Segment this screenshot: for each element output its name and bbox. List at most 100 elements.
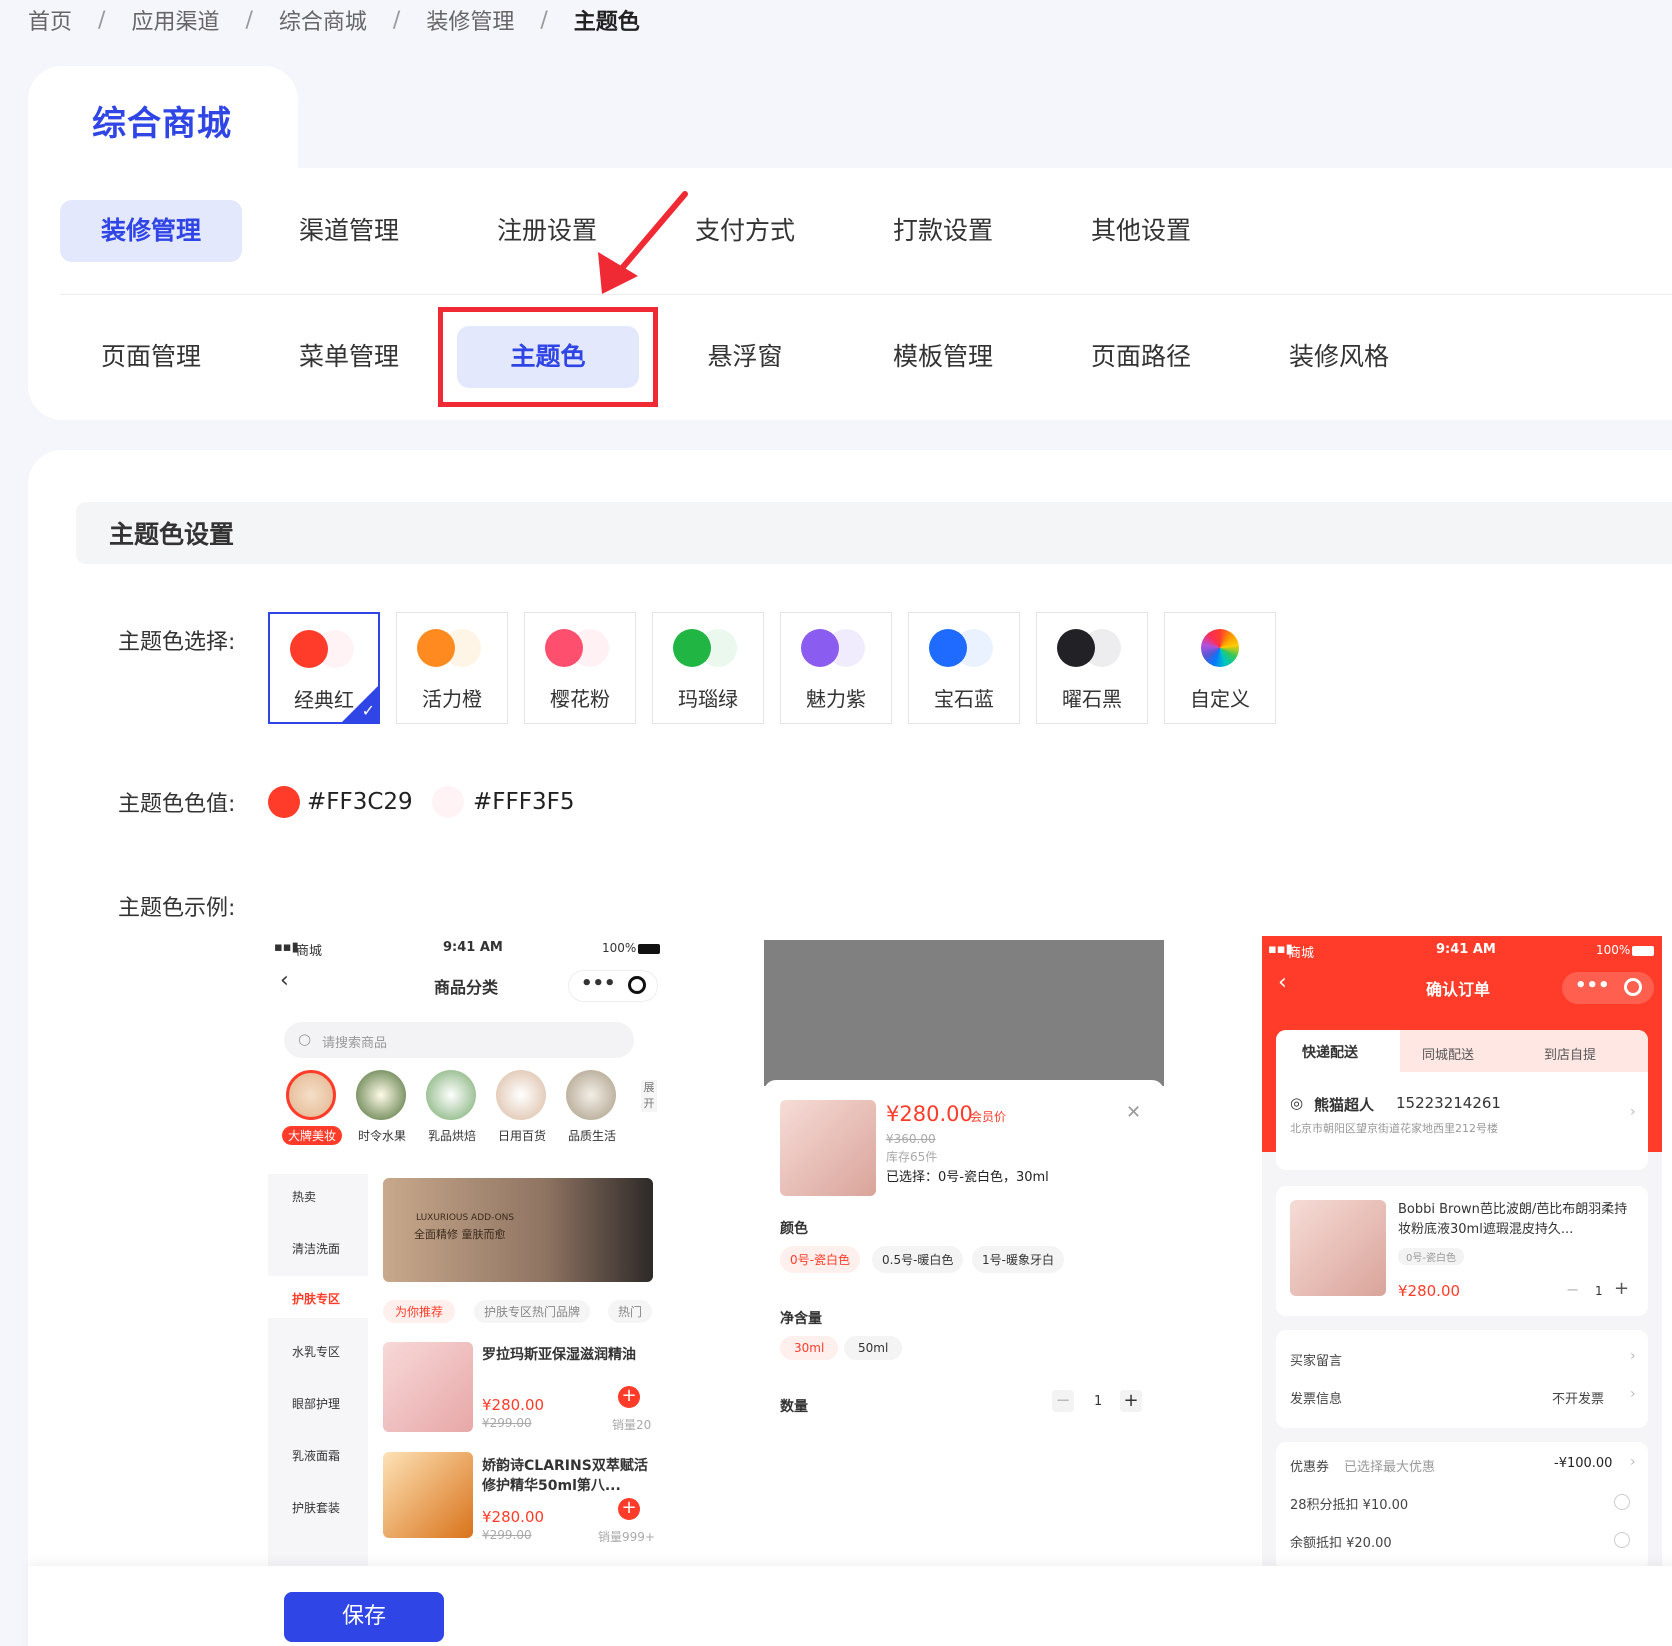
size-option[interactable]: 50ml (844, 1336, 903, 1360)
primary-color-value: #FF3C29 (307, 789, 413, 815)
category-label[interactable]: 时令水果 (358, 1127, 406, 1144)
tab-menu-manage[interactable]: 菜单管理 (258, 326, 440, 388)
plus-icon[interactable]: + (1614, 1278, 1629, 1299)
more-icon[interactable]: ••• (1575, 975, 1610, 996)
tab-style[interactable]: 装修风格 (1248, 326, 1430, 388)
side-item-active[interactable]: 护肤专区 (292, 1290, 340, 1307)
theme-option-orange[interactable]: 活力橙 (396, 612, 508, 724)
side-item[interactable]: 水乳专区 (292, 1343, 340, 1360)
buyer-message[interactable]: 买家留言 (1290, 1350, 1342, 1369)
tab-page-path[interactable]: 页面路径 (1050, 326, 1232, 388)
theme-value-label: 主题色色值: (118, 792, 236, 817)
back-icon[interactable]: ‹ (1278, 970, 1287, 995)
product-image[interactable] (383, 1452, 473, 1538)
breadcrumb-decoration[interactable]: 装修管理 (426, 4, 514, 36)
theme-name: 自定义 (1190, 687, 1250, 711)
category-image[interactable] (286, 1070, 336, 1120)
search-placeholder: 请搜索商品 (322, 1036, 388, 1051)
add-cart-icon[interactable]: + (618, 1498, 640, 1520)
theme-option-black[interactable]: 曜石黑 (1036, 612, 1148, 724)
breadcrumb-mall[interactable]: 综合商城 (279, 4, 367, 36)
product-orig-price: ¥299.00 (482, 1528, 532, 1542)
tab-express[interactable]: 快递配送 (1302, 1042, 1358, 1062)
color-option-selected[interactable]: 0号-瓷白色 (780, 1246, 860, 1273)
add-cart-icon[interactable]: + (618, 1386, 640, 1408)
minus-icon[interactable]: − (1052, 1390, 1074, 1412)
color-label: 颜色 (780, 1221, 808, 1237)
tab-channel[interactable]: 渠道管理 (258, 200, 440, 262)
tab-page-manage[interactable]: 页面管理 (60, 326, 242, 388)
category-label-active[interactable]: 大牌美妆 (282, 1126, 343, 1145)
theme-option-pink[interactable]: 樱花粉 (524, 612, 636, 724)
primary-dot (929, 629, 967, 667)
close-icon[interactable]: ✕ (1126, 1102, 1141, 1123)
color-wheel-icon (1201, 629, 1239, 667)
breadcrumb-home[interactable]: 首页 (28, 4, 72, 36)
secondary-color-value: #FFF3F5 (473, 789, 575, 815)
theme-option-green[interactable]: 玛瑙绿 (652, 612, 764, 724)
theme-option-blue[interactable]: 宝石蓝 (908, 612, 1020, 724)
tab-payout[interactable]: 打款设置 (852, 200, 1034, 262)
close-mini-icon[interactable] (628, 976, 646, 994)
save-bar (28, 1566, 1672, 1646)
size-label: 净含量 (780, 1311, 822, 1327)
breadcrumb-separator: / (98, 7, 106, 33)
app-title: 综合商城 (92, 104, 232, 144)
side-item[interactable]: 护肤套装 (292, 1499, 340, 1516)
product-image[interactable] (383, 1342, 473, 1432)
theme-option-purple[interactable]: 魅力紫 (780, 612, 892, 724)
product-name[interactable]: 罗拉玛斯亚保湿滋润精油 (482, 1344, 636, 1364)
battery-icon (638, 944, 660, 954)
breadcrumb-channels[interactable]: 应用渠道 (131, 4, 219, 36)
category-image[interactable] (566, 1070, 616, 1120)
secondary-color-dot (432, 786, 464, 818)
radio-icon[interactable] (1614, 1532, 1630, 1548)
category-label[interactable]: 日用百货 (498, 1127, 546, 1144)
product-name[interactable]: 娇韵诗CLARINS双萃赋活修护精华50ml第八... (482, 1456, 652, 1496)
color-option[interactable]: 0.5号-暖白色 (872, 1246, 964, 1273)
theme-option-custom[interactable]: 自定义 (1164, 612, 1276, 724)
chevron-right-icon: › (1630, 1104, 1636, 1120)
expand-button[interactable]: 展开 (641, 1080, 657, 1112)
side-item[interactable]: 乳液面霜 (292, 1447, 340, 1464)
minus-icon[interactable]: − (1566, 1280, 1579, 1299)
save-button[interactable]: 保存 (284, 1592, 444, 1642)
category-label[interactable]: 乳品烘焙 (428, 1127, 476, 1144)
status-carrier: 商城 (1288, 946, 1315, 961)
invoice-label[interactable]: 发票信息 (1290, 1388, 1342, 1407)
theme-name: 玛瑙绿 (678, 687, 738, 711)
close-mini-icon[interactable] (1624, 978, 1642, 996)
radio-icon[interactable] (1614, 1494, 1630, 1510)
tag-active[interactable]: 为你推荐 (383, 1300, 456, 1323)
popup-mask (764, 940, 1164, 1086)
category-image[interactable] (356, 1070, 406, 1120)
tag[interactable]: 护肤专区热门品牌 (474, 1300, 591, 1323)
tab-other[interactable]: 其他设置 (1050, 200, 1232, 262)
more-icon[interactable]: ••• (581, 973, 616, 994)
color-option[interactable]: 1号-暖象牙白 (972, 1246, 1064, 1273)
side-item[interactable]: 眼部护理 (292, 1395, 340, 1412)
category-image[interactable] (496, 1070, 546, 1120)
status-battery: 100% (602, 941, 637, 955)
section-header: 主题色设置 (76, 502, 1672, 564)
tab-local[interactable]: 同城配送 (1422, 1044, 1474, 1063)
plus-icon[interactable]: + (1120, 1390, 1142, 1412)
back-icon[interactable]: ‹ (280, 968, 289, 993)
coupon-value: -¥100.00 (1554, 1456, 1613, 1471)
size-option-selected[interactable]: 30ml (780, 1336, 839, 1360)
product-sales: 销量999+ (598, 1530, 655, 1544)
tab-template[interactable]: 模板管理 (852, 326, 1034, 388)
category-image[interactable] (426, 1070, 476, 1120)
tab-pickup[interactable]: 到店自提 (1544, 1044, 1596, 1063)
tab-float-window[interactable]: 悬浮窗 (654, 326, 836, 388)
tag[interactable]: 热门 (608, 1300, 653, 1323)
coupon-label[interactable]: 优惠券 (1290, 1456, 1329, 1475)
side-item-hot[interactable]: 热卖 (292, 1188, 316, 1205)
section-title: 主题色设置 (109, 520, 235, 549)
category-label[interactable]: 品质生活 (568, 1127, 616, 1144)
points-deduct: 28积分抵扣 ¥10.00 (1290, 1498, 1409, 1513)
theme-option-classic-red[interactable]: 经典红 ✓ (268, 612, 380, 724)
member-badge: 会员价 (970, 1110, 1007, 1124)
side-item[interactable]: 清洁洗面 (292, 1240, 340, 1257)
tab-decoration[interactable]: 装修管理 (60, 200, 242, 262)
